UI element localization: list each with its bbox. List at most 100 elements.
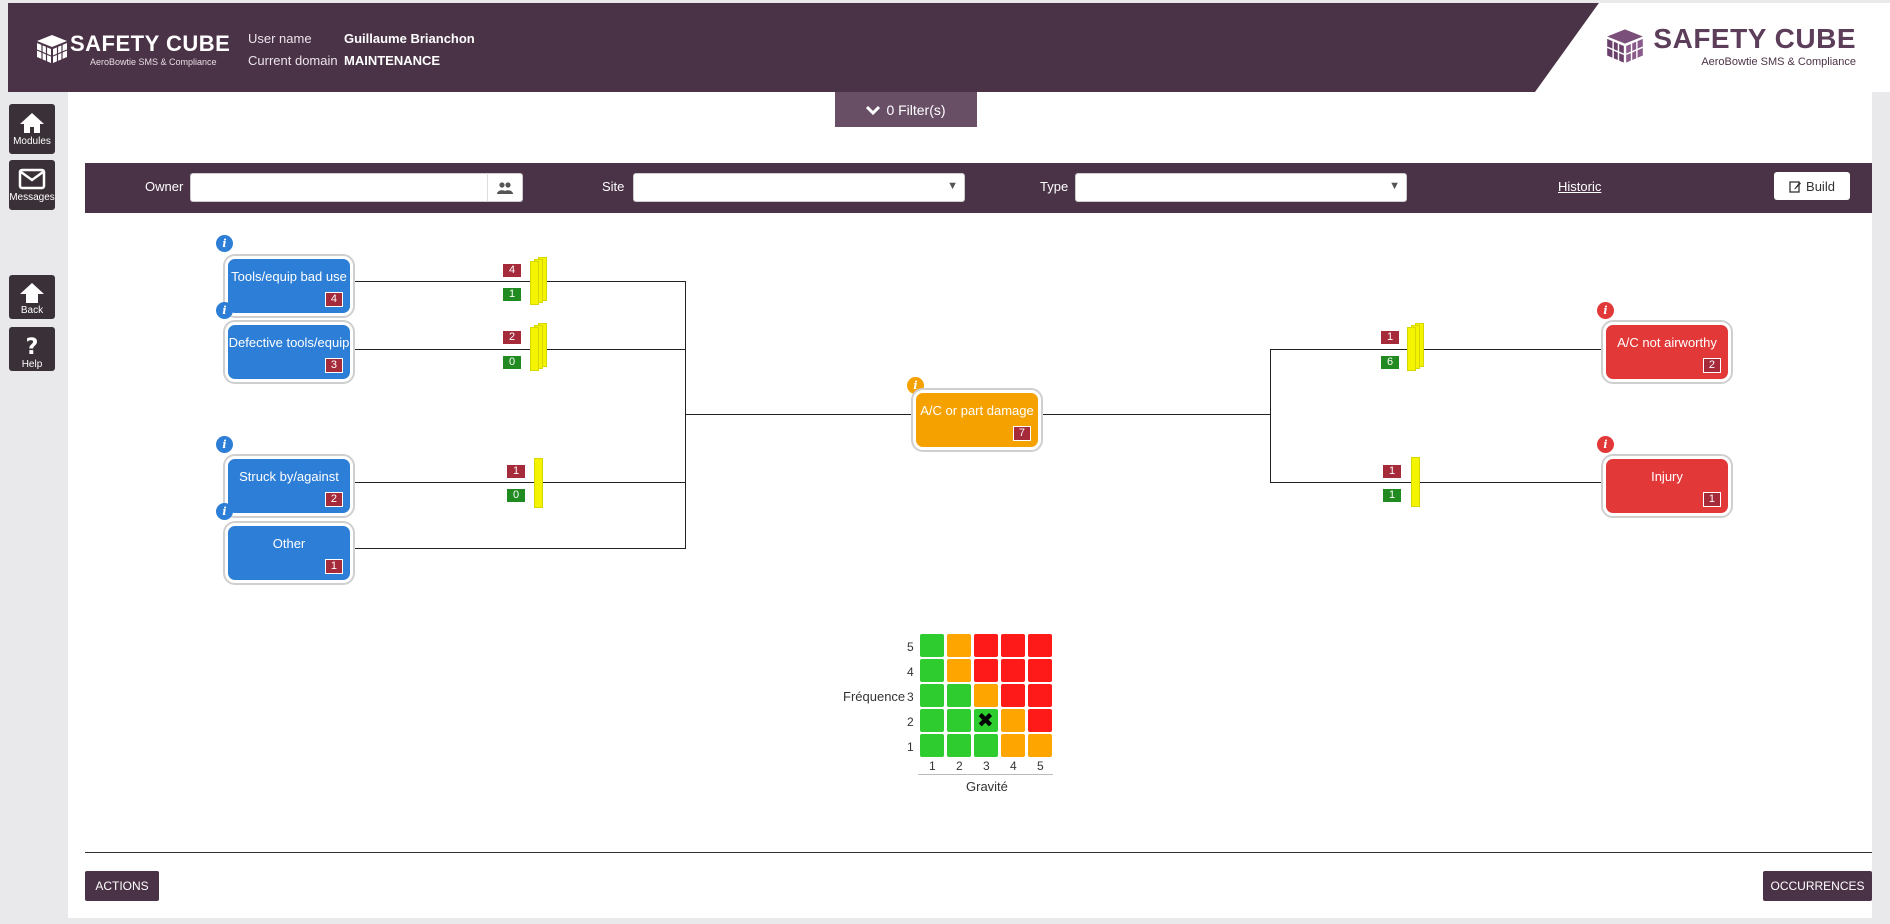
matrix-cell[interactable]	[920, 684, 944, 707]
matrix-cell[interactable]	[947, 734, 971, 757]
matrix-cell[interactable]	[1001, 659, 1025, 682]
barrier-failed-count: 1	[506, 464, 527, 479]
matrix-y-tick: 4	[907, 665, 914, 679]
consequence-label: Injury	[1651, 469, 1683, 484]
matrix-x-tick: 4	[1010, 759, 1017, 773]
threat-label: Other	[272, 536, 306, 551]
current-domain-label: Current domain	[248, 53, 338, 68]
barrier-page	[530, 261, 539, 305]
matrix-cell[interactable]	[1028, 709, 1052, 732]
threat-node[interactable]: Other 1	[225, 523, 353, 583]
matrix-cell[interactable]	[974, 634, 998, 657]
matrix-cell[interactable]	[947, 684, 971, 707]
matrix-cell[interactable]	[947, 709, 971, 732]
risk-marker-icon: ✖	[977, 708, 994, 732]
barrier-failed-count: 2	[502, 330, 523, 345]
user-info: User name Guillaume Brianchon Current dom…	[248, 28, 475, 72]
matrix-cell[interactable]	[1028, 734, 1052, 757]
matrix-cell[interactable]	[1028, 684, 1052, 707]
build-button[interactable]: Build	[1774, 172, 1850, 200]
barrier-ok-count: 1	[1382, 488, 1403, 503]
top-event-label: A/C or part damage	[920, 403, 1034, 418]
arrow-up-icon	[20, 283, 44, 303]
matrix-cell[interactable]	[947, 659, 971, 682]
footer-separator	[85, 852, 1872, 853]
matrix-cell[interactable]	[1001, 734, 1025, 757]
app-root: SAFETY CUBE AeroBowtie SMS & Compliance …	[0, 0, 1890, 924]
sidebar-back-button[interactable]: Back	[9, 275, 55, 319]
filters-label: 0 Filter(s)	[886, 101, 946, 118]
matrix-cell[interactable]	[1028, 634, 1052, 657]
connector-line	[1270, 482, 1602, 483]
top-event-count: 7	[1012, 426, 1031, 441]
brand-name-right: SAFETY CUBE	[1653, 23, 1856, 54]
threat-count: 4	[324, 292, 343, 307]
home-icon	[20, 113, 44, 133]
current-domain-value: MAINTENANCE	[344, 53, 441, 68]
sidebar-modules-button[interactable]: Modules	[9, 104, 55, 154]
filters-toggle-button[interactable]: 0 Filter(s)	[835, 92, 977, 127]
threat-node[interactable]: Defective tools/equip 3	[225, 322, 353, 382]
matrix-cell[interactable]	[1001, 634, 1025, 657]
sidebar-help-label: Help	[21, 359, 43, 370]
question-icon: ?	[26, 335, 39, 357]
info-icon[interactable]: i	[216, 302, 233, 319]
barrier-failed-count: 1	[1380, 330, 1401, 345]
matrix-cell[interactable]	[920, 634, 944, 657]
site-select[interactable]: ▼	[633, 173, 965, 202]
barrier-ok-count: 1	[502, 287, 523, 302]
historic-link[interactable]: Historic	[1558, 179, 1601, 194]
info-icon[interactable]: i	[1597, 302, 1614, 319]
matrix-cell[interactable]	[1001, 709, 1025, 732]
barrier-page	[530, 327, 539, 371]
type-select[interactable]: ▼	[1075, 173, 1407, 202]
sidebar-help-button[interactable]: ? Help	[9, 327, 55, 371]
info-icon[interactable]: i	[216, 235, 233, 252]
user-name-label: User name	[248, 31, 312, 46]
consequence-node[interactable]: A/C not airworthy 2	[1603, 322, 1731, 382]
matrix-cell[interactable]: ✖	[974, 709, 998, 732]
matrix-x-axis	[918, 774, 1053, 775]
threat-count: 1	[324, 559, 343, 574]
safety-cube-logo-icon	[1607, 28, 1644, 63]
matrix-cell[interactable]	[974, 684, 998, 707]
matrix-cell[interactable]	[920, 709, 944, 732]
caret-down-icon: ▼	[947, 180, 958, 192]
type-label: Type	[1040, 179, 1069, 194]
threat-label: Struck by/against	[239, 469, 339, 484]
info-icon[interactable]: i	[216, 503, 233, 520]
occurrences-button[interactable]: OCCURRENCES	[1763, 871, 1872, 901]
actions-button[interactable]: ACTIONS	[85, 871, 159, 901]
threat-label: Defective tools/equip	[228, 335, 350, 350]
threat-node[interactable]: Struck by/against 2	[225, 456, 353, 516]
connector-line	[355, 482, 685, 483]
top-event-node[interactable]: A/C or part damage 7	[913, 390, 1041, 450]
matrix-cell[interactable]	[947, 634, 971, 657]
user-name-value: Guillaume Brianchon	[344, 31, 475, 46]
matrix-cell[interactable]	[974, 734, 998, 757]
info-icon[interactable]: i	[1597, 436, 1614, 453]
barrier-page	[1407, 327, 1416, 371]
users-icon	[497, 181, 513, 194]
matrix-cell[interactable]	[920, 659, 944, 682]
matrix-x-tick: 5	[1037, 759, 1044, 773]
brand-subtitle-right: AeroBowtie SMS & Compliance	[1701, 56, 1856, 68]
connector-line	[1270, 349, 1271, 482]
matrix-cell[interactable]	[974, 659, 998, 682]
brand-logo-left[interactable]: SAFETY CUBE AeroBowtie SMS & Compliance	[34, 31, 230, 67]
safety-cube-logo-icon	[36, 35, 68, 63]
sidebar-messages-button[interactable]: Messages	[9, 160, 55, 210]
consequence-node[interactable]: Injury 1	[1603, 456, 1731, 516]
matrix-cell[interactable]	[1028, 659, 1052, 682]
connector-line	[685, 281, 686, 549]
matrix-cell[interactable]	[920, 734, 944, 757]
chevron-down-icon	[866, 105, 881, 115]
owner-picker-button[interactable]	[487, 173, 523, 202]
owner-input[interactable]	[190, 173, 488, 202]
threat-node[interactable]: Tools/equip bad use 4	[225, 256, 353, 316]
matrix-cell[interactable]	[1001, 684, 1025, 707]
info-icon[interactable]: i	[216, 436, 233, 453]
barrier-page	[534, 458, 543, 508]
connector-line	[1043, 414, 1270, 415]
matrix-x-tick: 3	[983, 759, 990, 773]
